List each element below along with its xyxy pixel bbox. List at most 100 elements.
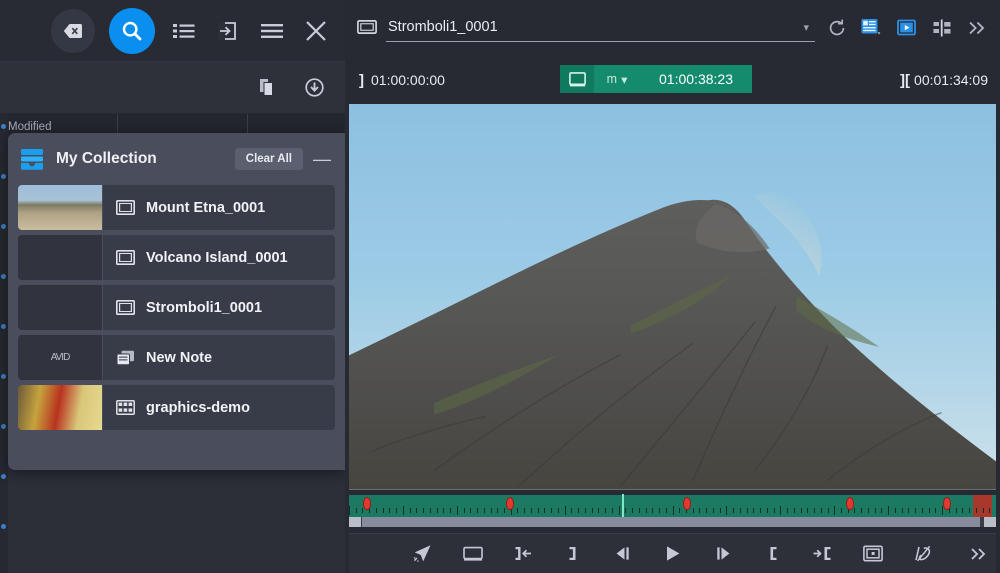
clear-all-button[interactable]: Clear All: [235, 148, 303, 170]
timeline-tick: [854, 508, 855, 513]
timeline-marker[interactable]: [683, 497, 691, 510]
row-indicator-rail: [0, 114, 8, 573]
timeline-tick: [659, 508, 660, 513]
send-to-icon[interactable]: [412, 543, 434, 565]
timeline-tick: [828, 508, 829, 513]
current-timecode-widget[interactable]: m ▾ 01:00:38:23: [560, 65, 752, 93]
mark-in-icon[interactable]: [762, 543, 784, 565]
metadata-panel-icon[interactable]: [859, 15, 885, 41]
step-forward-icon[interactable]: [712, 543, 734, 565]
timeline-tick: [868, 508, 869, 513]
chevron-double-right-icon[interactable]: [964, 15, 990, 41]
timeline-tick: [841, 508, 842, 513]
timeline-tick: [389, 508, 390, 513]
timeline-tick: [713, 508, 714, 513]
mark-out-timecode[interactable]: ][ 00:01:34:09: [900, 72, 988, 89]
timeline-tick: [517, 508, 518, 513]
full-frame-icon[interactable]: [462, 543, 484, 565]
scroll-thumb[interactable]: [362, 517, 980, 527]
mark-out-bracket-icon: ][: [900, 72, 910, 89]
mark-out-icon[interactable]: [562, 543, 584, 565]
timeline-tick: [753, 508, 754, 513]
timeline-scrubber[interactable]: [349, 495, 996, 527]
mark-in-to-icon[interactable]: [512, 543, 534, 565]
timeline-tick: [531, 508, 532, 513]
mark-in-timecode[interactable]: ] 01:00:00:00: [359, 72, 445, 89]
chevron-down-icon[interactable]: ▾: [803, 21, 809, 34]
hamburger-menu-icon[interactable]: [257, 16, 287, 46]
clear-marks-icon[interactable]: [912, 543, 934, 565]
scroll-right-handle[interactable]: [984, 517, 996, 527]
avid-logo: AVID: [51, 352, 70, 363]
minimize-button[interactable]: —: [313, 154, 331, 164]
asset-name-field[interactable]: Stromboli1_0001 ▾: [386, 15, 815, 42]
timeline-tick: [706, 508, 707, 513]
timeline-ticks: [349, 508, 996, 517]
list-item[interactable]: graphics-demo: [18, 385, 335, 430]
timeline-tick: [699, 508, 700, 513]
timeline-tick: [881, 508, 882, 513]
player-panel: Stromboli1_0001 ▾ ] 01:00:00:00: [345, 0, 1000, 573]
close-icon[interactable]: [301, 16, 331, 46]
timeline-tick: [612, 508, 613, 513]
timeline-tick: [605, 508, 606, 513]
note-icon: [116, 350, 135, 366]
video-viewer[interactable]: [349, 104, 996, 490]
timeline-tick: [767, 508, 768, 513]
split-view-icon[interactable]: [929, 15, 955, 41]
monitor-icon: [357, 20, 377, 36]
timeline-tick: [983, 508, 984, 513]
my-collection-panel: My Collection Clear All — Mount Etna_000…: [8, 133, 345, 470]
video-clip-icon: [116, 300, 135, 315]
timeline-marker[interactable]: [943, 497, 951, 510]
timeline-tick: [774, 508, 775, 513]
item-label: New Note: [146, 350, 212, 366]
search-icon[interactable]: [109, 8, 155, 54]
timeline-tick: [989, 508, 990, 513]
timeline-tick: [450, 508, 451, 513]
backspace-icon[interactable]: [51, 9, 95, 53]
timeline-tick: [396, 508, 397, 513]
transport-toolbar: [349, 533, 996, 573]
list-item[interactable]: Volcano Island_0001: [18, 235, 335, 280]
chevron-down-icon: ▾: [621, 72, 627, 87]
list-item[interactable]: Stromboli1_0001: [18, 285, 335, 330]
item-label: Mount Etna_0001: [146, 200, 265, 216]
timeline-marker[interactable]: [363, 497, 371, 510]
transport-more-icon[interactable]: [970, 546, 988, 562]
monitor-small-icon[interactable]: [560, 65, 594, 93]
timeline-tick: [693, 508, 694, 513]
timeline-tick: [551, 508, 552, 513]
duplicate-icon[interactable]: [253, 73, 283, 103]
go-to-mark-in-icon[interactable]: [812, 543, 834, 565]
timeline-tick: [861, 508, 862, 513]
timecode-mode-select[interactable]: m ▾: [594, 65, 640, 93]
left-panel-actionbar: [0, 62, 345, 114]
timeline-tick: [383, 508, 384, 513]
timeline-tick: [639, 508, 640, 513]
list-view-icon[interactable]: [169, 16, 199, 46]
play-icon[interactable]: [662, 543, 684, 565]
download-icon[interactable]: [299, 73, 329, 103]
timeline-tick: [376, 508, 377, 513]
list-item[interactable]: Mount Etna_0001: [18, 185, 335, 230]
export-icon[interactable]: [213, 16, 243, 46]
player-mode-icon[interactable]: [894, 15, 920, 41]
match-frame-icon[interactable]: [862, 543, 884, 565]
timeline-tick: [410, 508, 411, 513]
list-item[interactable]: AVID New Note: [18, 335, 335, 380]
reload-icon[interactable]: [824, 15, 850, 41]
video-frame-mountain: [349, 181, 996, 490]
timeline-tick: [908, 508, 909, 513]
timeline-tick: [956, 508, 957, 513]
timeline-marker[interactable]: [846, 497, 854, 510]
scroll-left-handle[interactable]: [349, 517, 361, 527]
timeline-tick: [652, 508, 653, 513]
step-backward-icon[interactable]: [612, 543, 634, 565]
timeline-tick: [423, 508, 424, 513]
left-panel-toolbar: [0, 0, 345, 62]
item-label: Volcano Island_0001: [146, 250, 288, 266]
timeline-tick: [625, 508, 626, 513]
timeline-marker[interactable]: [506, 497, 514, 510]
timeline-scrollbar[interactable]: [349, 517, 996, 527]
